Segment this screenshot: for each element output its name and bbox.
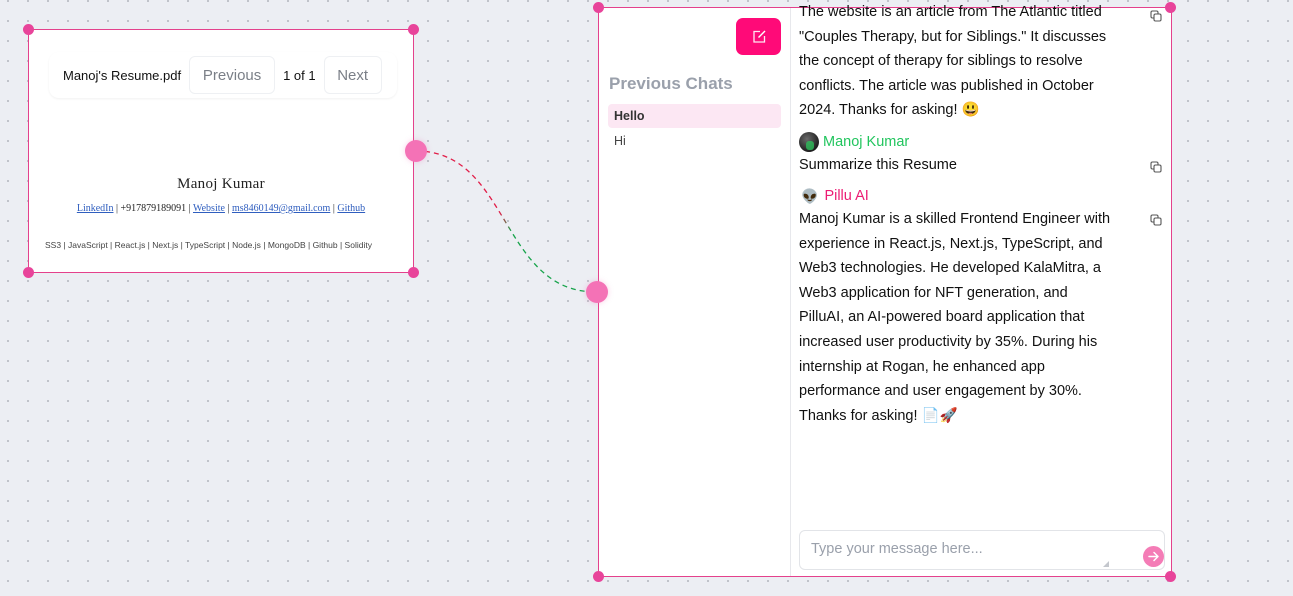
alien-icon: 👽 <box>801 187 819 204</box>
resize-grip-icon[interactable] <box>1103 561 1109 567</box>
pdf-filename: Manoj's Resume.pdf <box>63 67 182 83</box>
message-line: increased user productivity by 35%. Duri… <box>799 333 1098 350</box>
send-button[interactable] <box>1143 546 1164 567</box>
resume-name: Manoj Kumar <box>177 176 265 192</box>
input-connection-handle[interactable] <box>586 281 608 303</box>
message-sender: 👽 Pillu AI <box>799 185 1139 207</box>
output-connection-handle[interactable] <box>405 140 427 162</box>
copy-icon[interactable] <box>1150 10 1162 22</box>
message-line: Web3 application for NFT generation, and <box>799 284 1068 301</box>
phone-number: +917879189091 <box>120 203 187 214</box>
message-line: The website is an article from The Atlan… <box>799 4 1102 20</box>
message-line: 2024. Thanks for asking! 😃 <box>799 102 980 119</box>
message-line: Thanks for asking! 📄🚀 <box>799 407 958 424</box>
message-line: internship at Rogan, he enhanced app <box>799 358 1045 375</box>
email-link[interactable]: ms8460149@gmail.com <box>232 203 330 214</box>
resize-handle-bottom-right[interactable] <box>1165 571 1176 582</box>
previous-chats-title: Previous Chats <box>609 74 733 93</box>
chat-history-item[interactable]: Hello <box>608 104 781 128</box>
separator: | <box>186 203 193 214</box>
separator: | <box>113 203 121 214</box>
linkedin-link[interactable]: LinkedIn <box>77 203 114 214</box>
resize-handle-top-right[interactable] <box>408 24 419 35</box>
previous-page-button[interactable]: Previous <box>189 56 276 94</box>
message-text: Summarize this Resume <box>799 157 957 173</box>
resize-handle-top-left[interactable] <box>593 2 604 13</box>
message-composer <box>799 530 1165 570</box>
user-message: Manoj Kumar Summarize this Resume <box>799 131 1139 178</box>
separator: | <box>224 203 232 214</box>
copy-icon[interactable] <box>1150 214 1162 226</box>
resume-skills: SS3 | JavaScript | React.js | Next.js | … <box>45 240 372 250</box>
arrow-right-icon <box>1148 551 1159 562</box>
resume-contacts: LinkedIn | +917879189091 | Website | ms8… <box>29 203 413 214</box>
message-line: conflicts. The article was published in … <box>799 77 1094 94</box>
message-line: "Couples Therapy, but for Siblings." It … <box>799 28 1107 45</box>
resize-handle-top-right[interactable] <box>1165 2 1176 13</box>
avatar <box>799 132 819 152</box>
pdf-viewer-node[interactable]: Manoj's Resume.pdf Previous 1 of 1 Next … <box>28 29 414 273</box>
chat-history-item[interactable]: Hi <box>608 129 781 153</box>
next-page-button[interactable]: Next <box>323 56 382 94</box>
edit-icon <box>752 30 765 43</box>
sender-name: Pillu AI <box>824 187 869 204</box>
assistant-message: The website is an article from The Atlan… <box>799 0 1139 123</box>
pdf-toolbar: Manoj's Resume.pdf Previous 1 of 1 Next <box>49 52 397 98</box>
message-line: Manoj Kumar is a skilled Frontend Engine… <box>799 211 1111 227</box>
page-indicator: 1 of 1 <box>283 67 316 83</box>
copy-icon[interactable] <box>1150 161 1162 173</box>
sender-name: Manoj Kumar <box>823 133 910 150</box>
resize-handle-bottom-left[interactable] <box>593 571 604 582</box>
message-line: PilluAI, an AI-powered board application… <box>799 309 1085 326</box>
resize-handle-top-left[interactable] <box>23 24 34 35</box>
message-input[interactable] <box>809 540 1113 558</box>
resize-handle-bottom-right[interactable] <box>408 267 419 278</box>
message-sender: Manoj Kumar <box>799 131 1139 153</box>
message-line: performance and user engagement by 30%. <box>799 383 1082 400</box>
github-link[interactable]: Github <box>337 203 365 214</box>
assistant-message: 👽 Pillu AI Manoj Kumar is a skilled Fron… <box>799 185 1139 428</box>
message-line: experience in React.js, Next.js, TypeScr… <box>799 235 1103 252</box>
message-line: Web3 technologies. He developed KalaMitr… <box>799 260 1102 277</box>
chat-sidebar: Previous Chats Hello Hi <box>599 8 791 576</box>
resize-handle-bottom-left[interactable] <box>23 267 34 278</box>
message-line: the concept of therapy for siblings to r… <box>799 53 1083 70</box>
website-link[interactable]: Website <box>193 203 225 214</box>
new-chat-button[interactable] <box>736 18 781 55</box>
chat-node[interactable]: Previous Chats Hello Hi The website is a… <box>598 4 1172 577</box>
